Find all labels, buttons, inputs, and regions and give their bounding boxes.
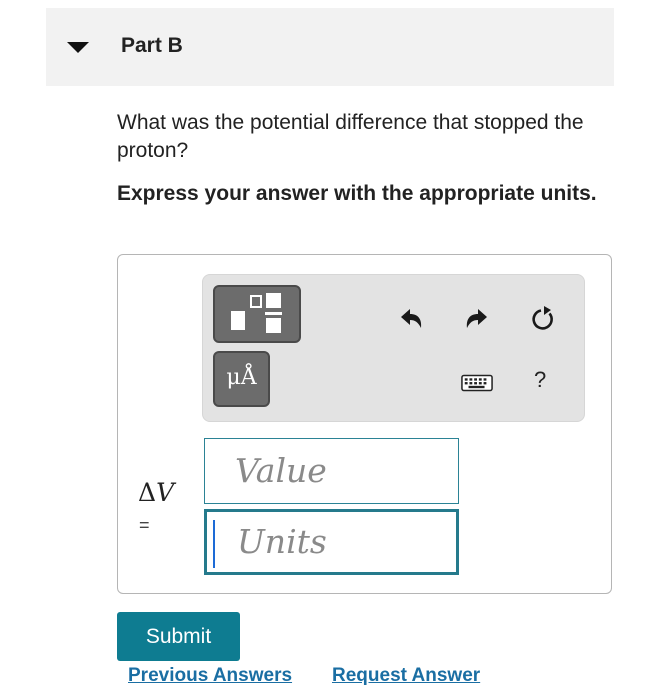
variable-letter: V [156, 478, 175, 507]
previous-answers-link[interactable]: Previous Answers [128, 665, 292, 687]
submit-button[interactable]: Submit [117, 612, 240, 661]
math-toolbar: μÅ ? [202, 274, 585, 422]
delta-symbol: Δ [138, 478, 157, 507]
keyboard-icon[interactable] [461, 367, 493, 399]
equals-sign: = [139, 515, 150, 535]
question-text: What was the potential difference that s… [117, 111, 584, 162]
units-button[interactable]: μÅ [213, 351, 270, 407]
units-placeholder: Units [237, 522, 327, 561]
part-header[interactable]: Part B [46, 8, 614, 86]
reset-icon[interactable] [527, 303, 559, 335]
value-input[interactable]: Value [204, 438, 459, 504]
units-input[interactable]: Units [204, 509, 459, 575]
help-button[interactable]: ? [534, 367, 546, 393]
caret-down-icon[interactable] [67, 42, 89, 53]
answer-box: μÅ ? ΔV = Value Units [117, 254, 612, 594]
text-cursor [213, 520, 215, 568]
request-answer-link[interactable]: Request Answer [332, 665, 480, 687]
fraction-template-icon [231, 293, 282, 333]
fraction-template-button[interactable] [213, 285, 301, 343]
part-title: Part B [121, 34, 183, 57]
undo-icon[interactable] [395, 303, 427, 335]
variable-label: ΔV [138, 478, 174, 507]
redo-icon[interactable] [461, 303, 493, 335]
answer-instruction: Express your answer with the appropriate… [117, 182, 597, 205]
